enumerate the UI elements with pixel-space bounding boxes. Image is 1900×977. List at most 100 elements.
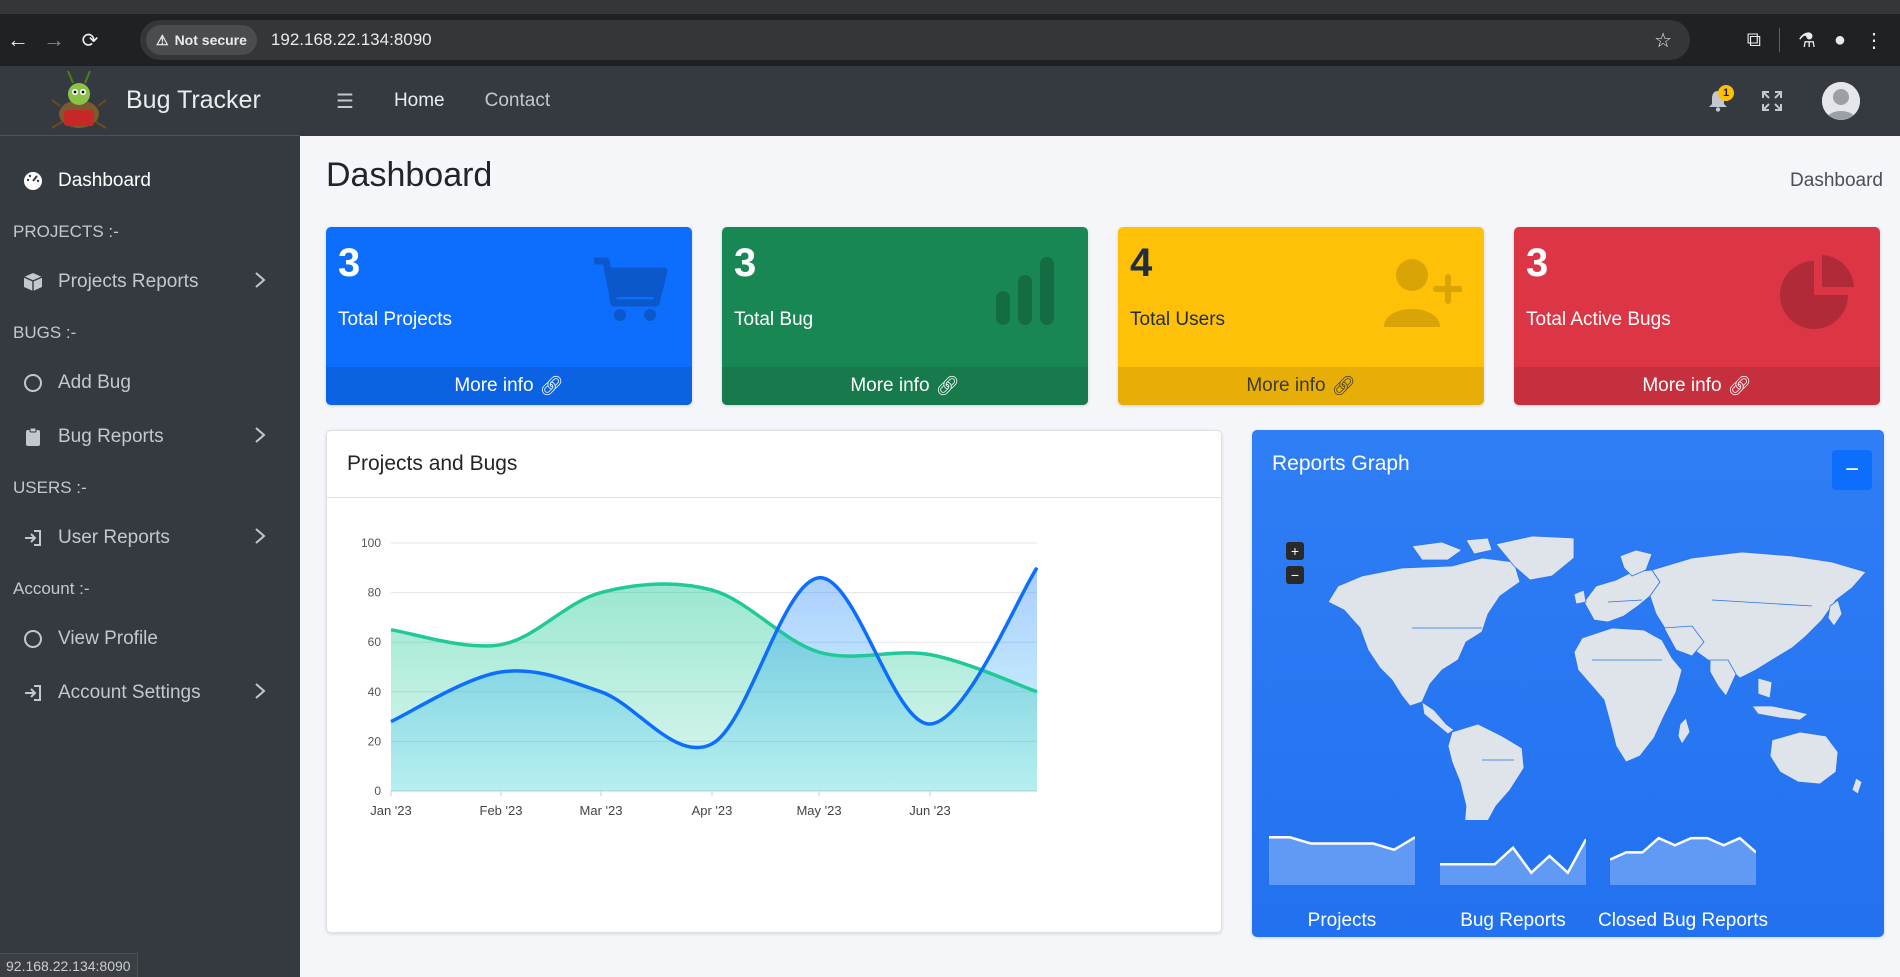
sparkline-area [1610, 838, 1756, 885]
pie-chart-icon [1780, 255, 1854, 329]
sidebar-item-label: Add Bug [58, 372, 131, 393]
notification-badge: 1 [1718, 85, 1734, 101]
user-plus-icon [1384, 259, 1462, 327]
sidebar-item-add-bug[interactable]: Add Bug [0, 356, 300, 410]
more-info-label: More info [1642, 375, 1722, 396]
stat-value: 4 [1130, 241, 1153, 285]
projects-bugs-chart: 0 20 40 60 80 100 Jan '23 Feb '23 Mar '23 Apr '23… [361, 536, 1039, 818]
stat-box-users: 4 Total Users More info 🔗︎ [1118, 227, 1484, 405]
reports-graph-card: Reports Graph − + − Projects Bug Reports… [1252, 430, 1884, 937]
stat-box-bugs: 3 Total Bug More info 🔗︎ [722, 227, 1088, 405]
x-tick-label: Feb '23 [480, 803, 523, 818]
sign-in-icon [22, 682, 44, 704]
stat-label: Total Active Bugs [1526, 309, 1671, 330]
x-tick-label: Apr '23 [692, 803, 733, 818]
breadcrumb[interactable]: Dashboard [1790, 170, 1883, 192]
sidebar-item-label: View Profile [58, 628, 158, 649]
sidebar-item-label: Bug Reports [58, 426, 164, 447]
stat-value: 3 [734, 241, 757, 285]
link-icon: 🔗︎ [539, 376, 564, 397]
circle-icon [22, 372, 44, 394]
nav-contact-link[interactable]: Contact [485, 90, 550, 112]
extensions-icon[interactable]: ⧉ [1747, 29, 1761, 52]
more-info-link[interactable]: More info 🔗︎ [722, 367, 1088, 405]
x-tick-label: Mar '23 [580, 803, 623, 818]
sidebar-item-account-settings[interactable]: Account Settings [0, 666, 300, 720]
circle-icon [22, 628, 44, 650]
bookmark-star-icon[interactable]: ☆ [1654, 28, 1672, 53]
sidebar-item-projects-reports[interactable]: Projects Reports [0, 255, 300, 309]
status-url: 92.168.22.134:8090 [0, 953, 138, 977]
hamburger-menu-icon[interactable]: ☰ [336, 89, 354, 114]
stat-value: 3 [338, 241, 361, 285]
link-icon: 🔗︎ [1331, 376, 1356, 397]
more-info-link[interactable]: More info 🔗︎ [326, 367, 692, 405]
x-tick-label: Jan '23 [370, 803, 412, 818]
sidebar-section-header: BUGS :- [13, 322, 77, 342]
y-tick-label: 20 [368, 734, 382, 748]
chevron-right-icon [254, 426, 266, 450]
sidebar-item-label: Dashboard [58, 170, 151, 191]
world-map[interactable] [1252, 510, 1884, 820]
card-title: Reports Graph [1272, 452, 1410, 475]
forward-arrow-icon[interactable]: → [36, 22, 72, 58]
back-arrow-icon[interactable]: ← [0, 22, 36, 58]
more-info-link[interactable]: More info 🔗︎ [1514, 367, 1880, 405]
user-avatar[interactable] [1822, 82, 1860, 120]
clipboard-icon [22, 426, 44, 448]
chevron-right-icon [254, 527, 266, 551]
bar-chart-icon [996, 257, 1054, 325]
sidebar: Bug Tracker Dashboard PROJECTS :- Projects… [0, 66, 300, 977]
browser-toolbar: ← → ⟳ ⚠ Not secure 192.168.22.134:8090 ☆… [0, 14, 1900, 66]
stat-label: Total Users [1130, 309, 1226, 330]
nav-home-link[interactable]: Home [394, 90, 445, 112]
top-navbar: ☰ Home Contact 1 [300, 66, 1900, 136]
reload-icon[interactable]: ⟳ [72, 22, 108, 58]
notifications-button[interactable]: 1 [1698, 81, 1738, 121]
sidebar-section-header: Account :- [13, 578, 90, 598]
sidebar-item-label: User Reports [58, 527, 170, 548]
sidebar-menu: Dashboard PROJECTS :- Projects Reports BUGS… [0, 136, 300, 720]
chevron-right-icon [254, 682, 266, 706]
more-info-label: More info [454, 375, 534, 396]
y-tick-label: 0 [374, 784, 381, 798]
sidebar-item-user-reports[interactable]: User Reports [0, 511, 300, 565]
link-icon: 🔗︎ [935, 376, 960, 397]
more-info-label: More info [850, 375, 930, 396]
sign-in-icon [22, 527, 44, 549]
address-bar[interactable]: ⚠ Not secure 192.168.22.134:8090 ☆ [140, 20, 1690, 60]
sidebar-item-dashboard[interactable]: Dashboard [0, 154, 300, 208]
stat-label: Total Bug [734, 309, 814, 330]
expand-icon [1762, 91, 1782, 111]
profile-icon[interactable]: ● [1834, 29, 1846, 52]
security-chip[interactable]: ⚠ Not secure [146, 25, 257, 55]
brand-link[interactable]: Bug Tracker [0, 66, 300, 136]
stat-box-active-bugs: 3 Total Active Bugs More info 🔗︎ [1514, 227, 1880, 405]
sidebar-item-label: Account Settings [58, 682, 201, 703]
box-icon [22, 271, 44, 293]
chevron-right-icon [254, 271, 266, 295]
sidebar-item-view-profile[interactable]: View Profile [0, 612, 300, 666]
collapse-button[interactable]: − [1832, 450, 1872, 490]
labs-flask-icon[interactable]: ⚗ [1798, 28, 1816, 53]
sidebar-item-label: Projects Reports [58, 271, 199, 292]
main-content: Dashboard Dashboard 3 Total Projects Mor… [300, 136, 1900, 977]
y-tick-label: 80 [368, 586, 382, 600]
toolbar-divider [1778, 28, 1780, 52]
page-title: Dashboard [326, 156, 493, 194]
more-info-link[interactable]: More info 🔗︎ [1118, 367, 1484, 405]
more-info-label: More info [1246, 375, 1326, 396]
sparkline-label: Bug Reports [1460, 910, 1566, 931]
gauge-icon [22, 170, 44, 192]
sidebar-section-header: PROJECTS :- [13, 221, 119, 241]
projects-sparkline [1269, 836, 1415, 885]
security-label: Not secure [174, 32, 247, 48]
y-tick-label: 60 [368, 635, 382, 649]
fullscreen-toggle[interactable] [1752, 81, 1792, 121]
link-icon: 🔗︎ [1727, 376, 1752, 397]
bug-logo-icon [44, 66, 114, 136]
menu-kebab-icon[interactable]: ⋮ [1864, 28, 1884, 53]
sidebar-item-bug-reports[interactable]: Bug Reports [0, 410, 300, 464]
url-text[interactable]: 192.168.22.134:8090 [271, 30, 432, 50]
sidebar-section-header: USERS :- [13, 477, 87, 497]
